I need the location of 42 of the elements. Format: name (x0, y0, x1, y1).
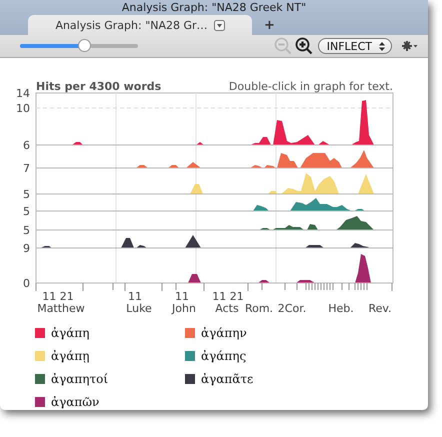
book-label: Rev. (368, 302, 392, 315)
zoom-slider[interactable] (20, 39, 138, 53)
book-label: Acts (215, 302, 239, 315)
settings-icon[interactable] (402, 41, 418, 51)
y-tick-label: 9 (23, 242, 30, 255)
new-tab-button[interactable]: + (264, 18, 275, 33)
y-axis-label: Hits per 4300 words (36, 80, 162, 93)
y-tick-label: 7 (23, 162, 30, 175)
book-label: 2Cor. (278, 302, 306, 315)
y-tick-label: 5 (23, 224, 30, 237)
x-tick-label: 11 (128, 290, 142, 303)
ridge-area[interactable] (259, 216, 374, 230)
legend-label: ἀγάπῃ (51, 349, 90, 363)
dropdown-icon[interactable] (214, 20, 225, 30)
x-tick-label: 11 21 (212, 290, 244, 303)
stepper-icon (379, 42, 385, 50)
y-tick-label: 10 (16, 102, 30, 115)
legend-label: ἀγαπητοί (51, 372, 108, 386)
document-tab[interactable]: Analysis Graph: "NA28 Gr… (28, 15, 252, 35)
ridge-area[interactable] (40, 235, 370, 248)
y-tick-label: 0 (23, 277, 30, 290)
legend-label: ἀγάπη (51, 326, 90, 340)
window-title: Analysis Graph: "NA28 Greek NT" (120, 0, 308, 15)
y-tick-label: 5 (23, 188, 30, 201)
book-label: John (172, 302, 196, 315)
y-tick-label: 6 (23, 139, 30, 152)
mode-popup[interactable]: INFLECT (318, 38, 392, 54)
legend-label: ἀγάπης (201, 349, 246, 363)
ridge-area[interactable] (188, 254, 371, 283)
x-tick-label: 11 21 (42, 290, 74, 303)
y-tick-label: 5 (23, 205, 30, 218)
x-tick-label: 11 (175, 290, 189, 303)
legend-label: ἀγάπην (201, 326, 247, 340)
zoom-in-icon[interactable] (294, 37, 313, 55)
hint-text: Double-click in graph for text. (228, 80, 393, 93)
book-label: Matthew (37, 302, 85, 315)
legend-label: ἀγαπᾶτε (201, 372, 254, 386)
legend-label: ἀγαπῶν (51, 395, 100, 409)
book-label: Heb. (328, 302, 354, 315)
book-label: Rom. (244, 302, 274, 315)
book-label: Luke (126, 302, 152, 315)
y-tick-label: 14 (16, 87, 30, 100)
